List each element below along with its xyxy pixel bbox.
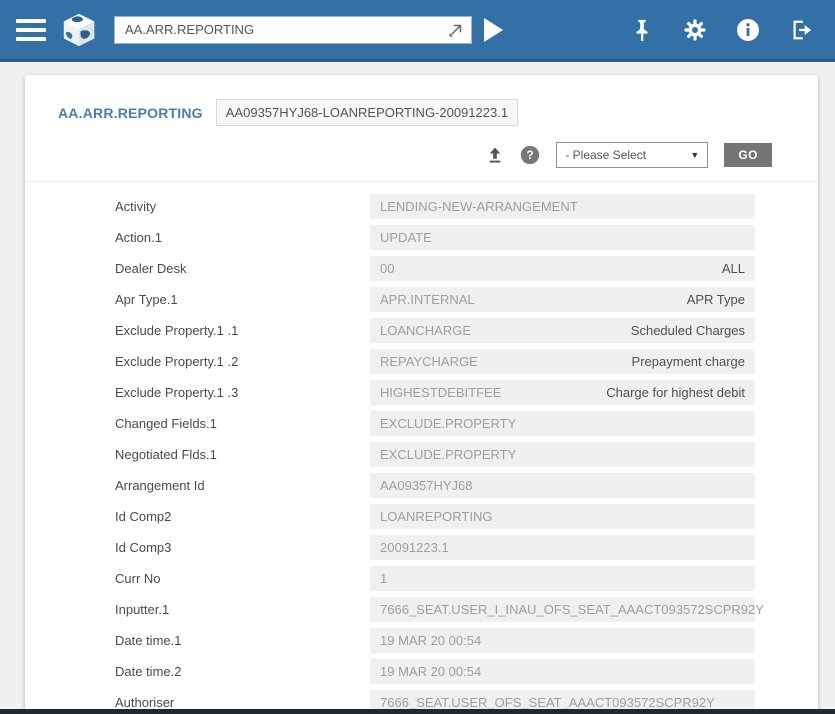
field-value-box: REPAYCHARGE Prepayment charge	[370, 349, 755, 374]
field-value: EXCLUDE.PROPERTY	[380, 447, 516, 462]
field-value: LENDING-NEW-ARRANGEMENT	[380, 199, 578, 214]
field-value: APR.INTERNAL	[380, 292, 475, 307]
field-value-box: AA09357HYJ68	[370, 473, 755, 498]
field-value: 7666_SEAT.USER_I_INAU_OFS_SEAT_AAACT0935…	[380, 602, 764, 617]
field-row: Date time.1 19 MAR 20 00:54	[25, 625, 818, 656]
field-enrichment: APR Type	[687, 292, 745, 307]
bottom-bar	[0, 709, 835, 714]
field-label: Action.1	[25, 230, 370, 245]
command-input[interactable]	[125, 22, 447, 37]
field-value-box: 19 MAR 20 00:54	[370, 628, 755, 653]
field-row: Changed Fields.1 EXCLUDE.PROPERTY	[25, 408, 818, 439]
field-row: Apr Type.1 APR.INTERNAL APR Type	[25, 284, 818, 315]
field-row: Negotiated Flds.1 EXCLUDE.PROPERTY	[25, 439, 818, 470]
field-value: LOANCHARGE	[380, 323, 471, 338]
field-value-box: 00 ALL	[370, 256, 755, 281]
page-title: AA.ARR.REPORTING	[58, 105, 203, 121]
menu-icon[interactable]	[16, 19, 46, 41]
chevron-down-icon: ▼	[690, 150, 699, 160]
field-value-box: 1	[370, 566, 755, 591]
field-value-box: LOANREPORTING	[370, 504, 755, 529]
field-enrichment: ALL	[722, 261, 745, 276]
field-label: Exclude Property.1 .3	[25, 385, 370, 400]
command-search	[114, 16, 472, 44]
top-bar	[0, 0, 835, 62]
field-value: REPAYCHARGE	[380, 354, 478, 369]
field-row: Exclude Property.1 .2 REPAYCHARGE Prepay…	[25, 346, 818, 377]
field-value: HIGHESTDEBITFEE	[380, 385, 501, 400]
field-row: Arrangement Id AA09357HYJ68	[25, 470, 818, 501]
field-label: Inputter.1	[25, 602, 370, 617]
arrow-outward-icon[interactable]	[447, 21, 465, 39]
field-value-box: HIGHESTDEBITFEE Charge for highest debit	[370, 380, 755, 405]
record-toolbar: ? - Please Select ▼ GO	[25, 126, 818, 182]
field-label: Curr No	[25, 571, 370, 586]
field-row: Inputter.1 7666_SEAT.USER_I_INAU_OFS_SEA…	[25, 594, 818, 625]
record-id-badge: AA09357HYJ68-LOANREPORTING-20091223.1	[216, 99, 518, 126]
field-row: Id Comp3 20091223.1	[25, 532, 818, 563]
run-command-icon[interactable]	[482, 17, 506, 43]
field-row: Exclude Property.1 .3 HIGHESTDEBITFEE Ch…	[25, 377, 818, 408]
field-label: Dealer Desk	[25, 261, 370, 276]
action-select-value: - Please Select	[565, 148, 646, 162]
field-value-box: LENDING-NEW-ARRANGEMENT	[370, 194, 755, 219]
globe-logo-icon[interactable]	[60, 11, 98, 49]
field-label: Apr Type.1	[25, 292, 370, 307]
field-value: EXCLUDE.PROPERTY	[380, 416, 516, 431]
field-label: Date time.2	[25, 664, 370, 679]
field-value: 20091223.1	[380, 540, 449, 555]
field-label: Activity	[25, 199, 370, 214]
field-value-box: EXCLUDE.PROPERTY	[370, 442, 755, 467]
field-row: Dealer Desk 00 ALL	[25, 253, 818, 284]
action-select[interactable]: - Please Select ▼	[556, 142, 708, 168]
field-value-box: EXCLUDE.PROPERTY	[370, 411, 755, 436]
record-card: AA.ARR.REPORTING AA09357HYJ68-LOANREPORT…	[25, 75, 818, 714]
field-value: LOANREPORTING	[380, 509, 492, 524]
field-list: Activity LENDING-NEW-ARRANGEMENT Action.…	[25, 182, 818, 714]
settings-gear-icon[interactable]	[683, 18, 707, 42]
field-label: Id Comp3	[25, 540, 370, 555]
field-enrichment: Prepayment charge	[632, 354, 745, 369]
field-enrichment: Scheduled Charges	[631, 323, 745, 338]
field-label: Changed Fields.1	[25, 416, 370, 431]
field-row: Exclude Property.1 .1 LOANCHARGE Schedul…	[25, 315, 818, 346]
logout-icon[interactable]	[789, 18, 813, 42]
pin-icon[interactable]	[630, 18, 654, 42]
field-label: Date time.1	[25, 633, 370, 648]
field-value: 1	[380, 571, 387, 586]
field-value: UPDATE	[380, 230, 432, 245]
field-row: Action.1 UPDATE	[25, 222, 818, 253]
field-value-box: APR.INTERNAL APR Type	[370, 287, 755, 312]
field-value-box: 7666_SEAT.USER_I_INAU_OFS_SEAT_AAACT0935…	[370, 597, 755, 622]
field-label: Exclude Property.1 .1	[25, 323, 370, 338]
field-row: Date time.2 19 MAR 20 00:54	[25, 656, 818, 687]
field-value: 00	[380, 261, 394, 276]
field-value-box: 20091223.1	[370, 535, 755, 560]
help-icon[interactable]: ?	[520, 145, 540, 165]
field-row: Activity LENDING-NEW-ARRANGEMENT	[25, 191, 818, 222]
go-button[interactable]: GO	[724, 143, 772, 167]
field-enrichment: Charge for highest debit	[606, 385, 745, 400]
field-label: Arrangement Id	[25, 478, 370, 493]
field-label: Negotiated Flds.1	[25, 447, 370, 462]
field-value: 19 MAR 20 00:54	[380, 633, 481, 648]
field-value-box: LOANCHARGE Scheduled Charges	[370, 318, 755, 343]
field-row: Curr No 1	[25, 563, 818, 594]
field-label: Authoriser	[25, 695, 370, 710]
field-value-box: 19 MAR 20 00:54	[370, 659, 755, 684]
svg-text:?: ?	[527, 149, 534, 162]
field-label: Exclude Property.1 .2	[25, 354, 370, 369]
field-label: Id Comp2	[25, 509, 370, 524]
info-icon[interactable]	[736, 18, 760, 42]
field-value: 7666_SEAT.USER_OFS_SEAT_AAACT093572SCPR9…	[380, 695, 715, 710]
field-value-box: UPDATE	[370, 225, 755, 250]
field-value: AA09357HYJ68	[380, 478, 473, 493]
upload-icon[interactable]	[486, 146, 504, 164]
field-row: Id Comp2 LOANREPORTING	[25, 501, 818, 532]
field-value: 19 MAR 20 00:54	[380, 664, 481, 679]
